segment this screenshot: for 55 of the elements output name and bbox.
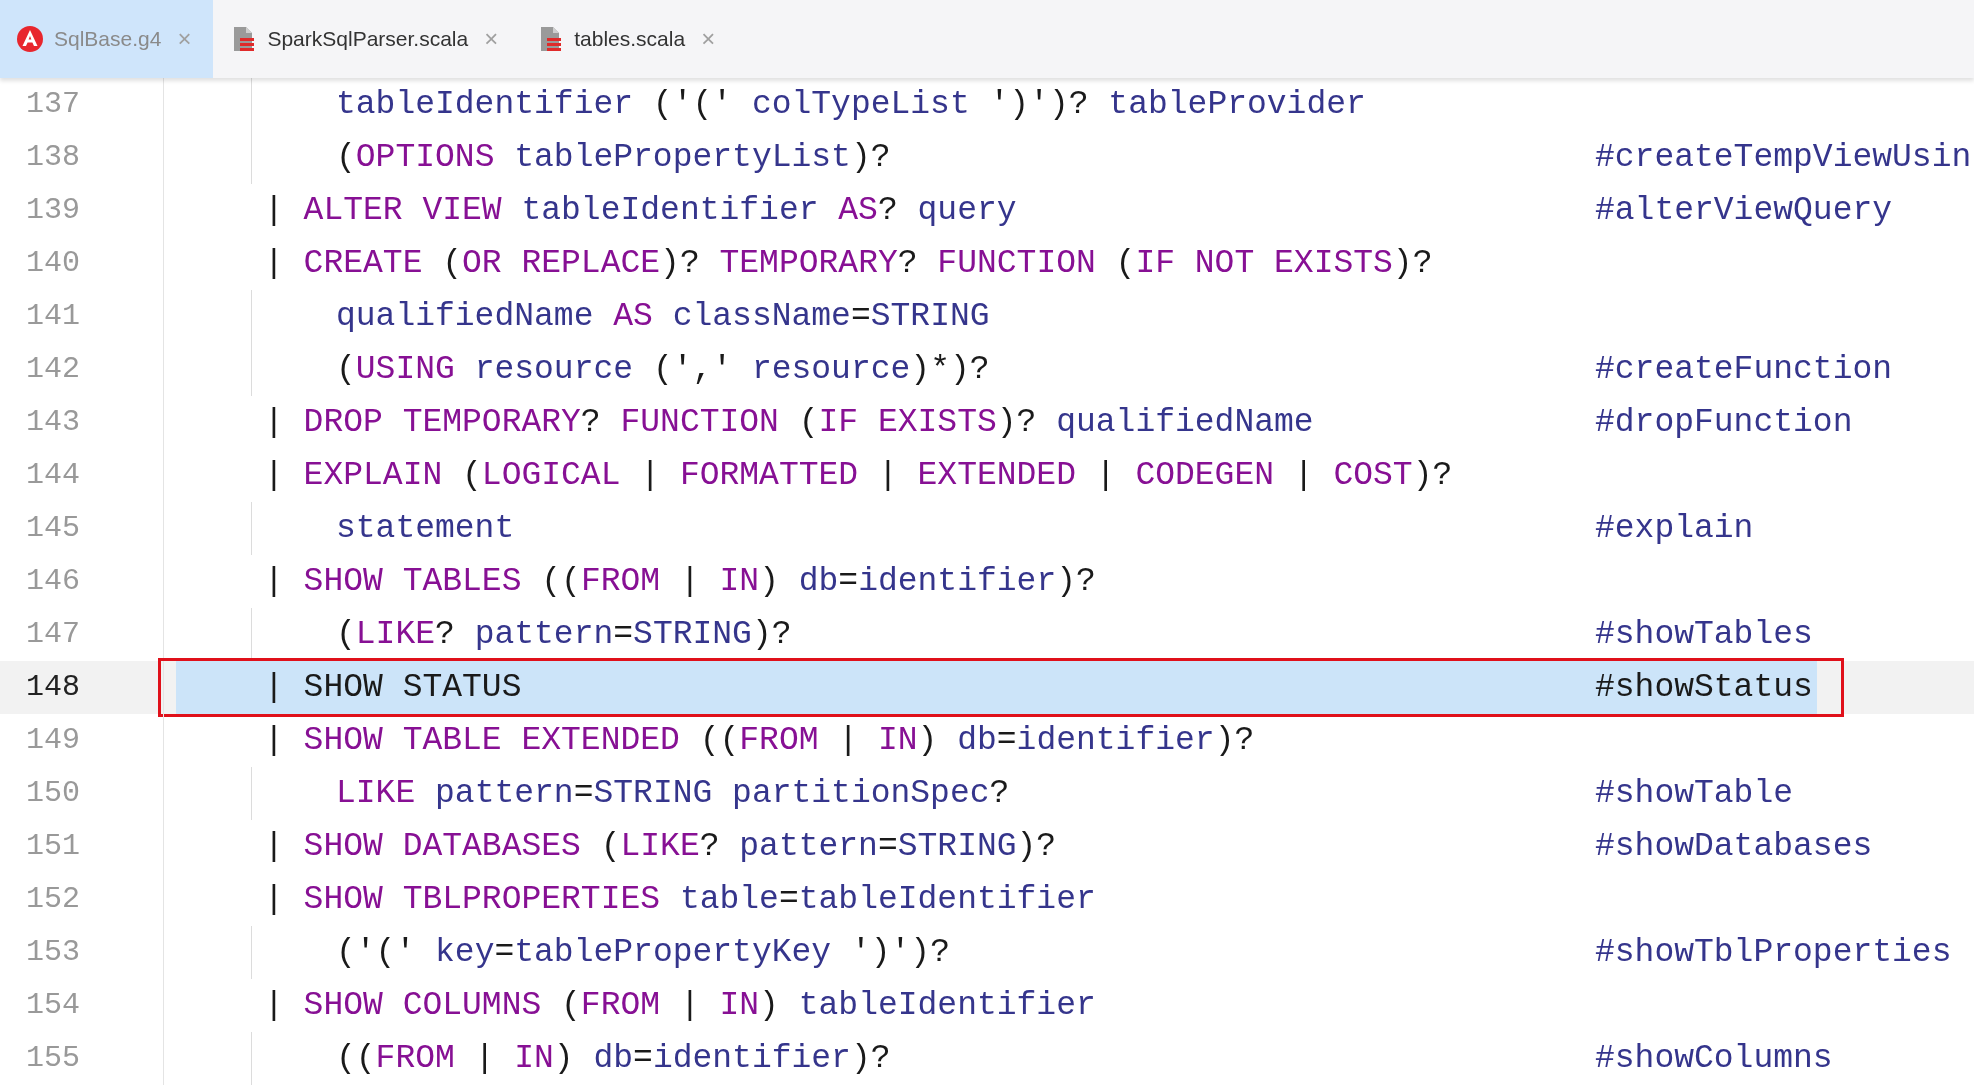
rule-label: #explain [1595,509,1754,549]
line-number: 138 [0,131,164,184]
rule-label: #createFunction [1595,350,1893,390]
code-text: ((FROM | IN) db=identifier)? [336,1040,891,1077]
code-text: statement [336,510,515,547]
rule-label: #showTblProperties [1595,933,1952,973]
line-number: 154 [0,979,164,1032]
code-text: tableIdentifier ('(' colTypeList ')')? tableProvider [336,86,1366,123]
line-number: 139 [0,184,164,237]
code-text: | ALTER VIEW tableIdentifier AS? query [264,192,1017,229]
code-text: | DROP TEMPORARY? FUNCTION (IF EXISTS)? qualifiedName [264,404,1314,441]
rule-label: #showDatabases [1595,827,1873,867]
line-number: 152 [0,873,164,926]
code-text: | EXPLAIN (LOGICAL | FORMATTED | EXTENDED | CODEGEN | COST)? [264,457,1453,494]
line-number: 144 [0,449,164,502]
close-icon[interactable]: × [177,21,192,57]
code-text: | SHOW DATABASES (LIKE? pattern=STRING)? [264,828,1057,865]
code-text: (OPTIONS tablePropertyList)? [336,139,891,176]
rule-label: #showColumns [1595,1039,1833,1079]
code-text: qualifiedName AS className=STRING [336,298,990,335]
code-text: | SHOW STATUS [264,669,522,706]
rule-label: #createTempViewUsin [1595,138,1972,178]
code-text: (LIKE? pattern=STRING)? [336,616,792,653]
code-text: | SHOW TABLE EXTENDED ((FROM | IN) db=identifier)? [264,722,1255,759]
code-text: | SHOW COLUMNS (FROM | IN) tableIdentifier [264,987,1096,1024]
code-text: ('(' key=tablePropertyKey ')')? [336,934,950,971]
rule-label: #showTable [1595,774,1794,814]
file-tab[interactable]: SqlBase.g4 × [0,0,214,78]
line-number: 151 [0,820,164,873]
code-text: LIKE pattern=STRING partitionSpec? [336,775,1010,812]
line-number: 145 [0,502,164,555]
code-text: | SHOW TABLES ((FROM | IN) db=identifier)? [264,563,1096,600]
file-tab[interactable]: SparkSqlParser.scala × [213,0,521,78]
line-number: 150 [0,767,164,820]
line-number: 143 [0,396,164,449]
file-tab[interactable]: tables.scala × [520,0,738,78]
line-number: 155 [0,1032,164,1085]
close-icon[interactable]: × [701,21,716,57]
rule-label: #showTables [1595,615,1813,655]
line-number: 148 [0,661,164,714]
rule-label: #alterViewQuery [1595,191,1893,231]
line-number: 142 [0,343,164,396]
code-text: (USING resource (',' resource)*)? [336,351,990,388]
rule-label: #dropFunction [1595,403,1853,443]
code-text: | CREATE (OR REPLACE)? TEMPORARY? FUNCTION (IF NOT EXISTS)? [264,245,1433,282]
a-letter-circle-icon [16,25,44,53]
line-number: 153 [0,926,164,979]
line-number: 146 [0,555,164,608]
close-icon[interactable]: × [484,21,499,57]
code-text: | SHOW TBLPROPERTIES table=tableIdentifier [264,881,1096,918]
line-number: 137 [0,78,164,131]
rule-label: #showStatus [1595,668,1813,708]
line-number: 140 [0,237,164,290]
line-number: 149 [0,714,164,767]
line-number: 141 [0,290,164,343]
